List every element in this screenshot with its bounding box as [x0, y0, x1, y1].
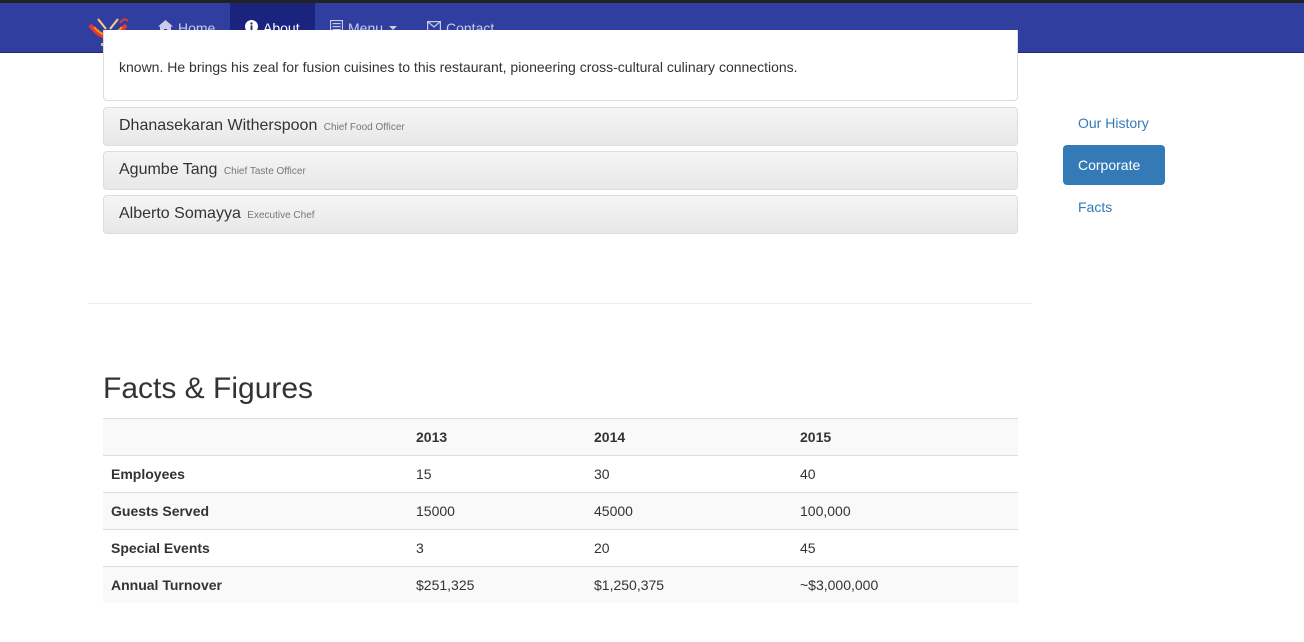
table-cell: 45000	[586, 492, 792, 530]
table-header: 2015	[792, 418, 1018, 456]
accordion-item-somayya[interactable]: Alberto Somayya Executive Chef	[103, 195, 1018, 234]
table-cell: 40	[792, 455, 1018, 493]
bio-panel: known. He brings his zeal for fusion cui…	[103, 30, 1018, 101]
leader-name: Dhanasekaran Witherspoon	[119, 117, 318, 134]
table-row: Special Events 3 20 45	[103, 529, 1018, 567]
table-header: 2014	[586, 418, 792, 456]
table-header: 2013	[408, 418, 586, 456]
table-cell: 30	[586, 455, 792, 493]
table-cell: 15000	[408, 492, 586, 530]
accordion-item-tang[interactable]: Agumbe Tang Chief Taste Officer	[103, 151, 1018, 190]
accordion-item-witherspoon[interactable]: Dhanasekaran Witherspoon Chief Food Offi…	[103, 107, 1018, 146]
sidenav-facts[interactable]: Facts	[1063, 187, 1127, 227]
table-cell: 15	[408, 455, 586, 493]
sidenav-our-history[interactable]: Our History	[1063, 103, 1164, 143]
section-divider	[88, 303, 1032, 304]
row-label: Employees	[103, 455, 408, 493]
table-row: Guests Served 15000 45000 100,000	[103, 492, 1018, 530]
table-row: Employees 15 30 40	[103, 455, 1018, 493]
leader-role: Executive Chef	[247, 210, 315, 221]
table-row: Annual Turnover $251,325 $1,250,375 ~$3,…	[103, 566, 1018, 603]
row-label: Annual Turnover	[103, 566, 408, 603]
facts-table: 2013 2014 2015 Employees 15 30 40 Guests…	[103, 418, 1018, 603]
row-label: Special Events	[103, 529, 408, 567]
table-cell: 100,000	[792, 492, 1018, 530]
table-header	[103, 418, 408, 456]
table-header-row: 2013 2014 2015	[103, 418, 1018, 456]
leader-name: Alberto Somayya	[119, 205, 241, 222]
table-cell: 20	[586, 529, 792, 567]
sidenav-corporate[interactable]: Corporate	[1063, 145, 1165, 185]
table-cell: 3	[408, 529, 586, 567]
table-cell: $1,250,375	[586, 566, 792, 603]
table-cell: ~$3,000,000	[792, 566, 1018, 603]
row-label: Guests Served	[103, 492, 408, 530]
leader-name: Agumbe Tang	[119, 161, 218, 178]
leader-role: Chief Food Officer	[323, 122, 405, 133]
leader-role: Chief Taste Officer	[223, 166, 306, 177]
table-cell: 45	[792, 529, 1018, 567]
bio-text: known. He brings his zeal for fusion cui…	[119, 59, 798, 75]
facts-title: Facts & Figures	[103, 372, 314, 405]
table-cell: $251,325	[408, 566, 586, 603]
